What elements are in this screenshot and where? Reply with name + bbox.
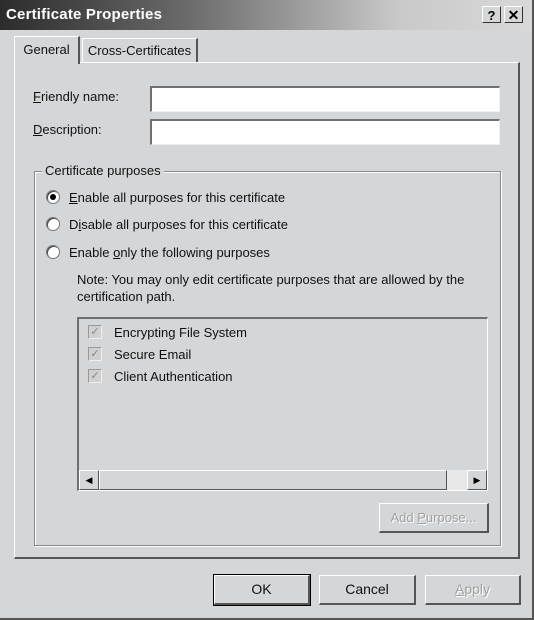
purposes-list[interactable]: ✓ Encrypting File System ✓ Secure Email …	[77, 317, 488, 491]
cancel-button[interactable]: Cancel	[319, 575, 416, 605]
scroll-right-icon: ▶	[473, 475, 481, 485]
close-icon: ✕	[507, 7, 520, 23]
ok-button[interactable]: OK	[213, 574, 311, 606]
checkbox-checked-disabled: ✓	[88, 369, 102, 383]
certificate-purposes-legend: Certificate purposes	[42, 163, 164, 178]
scroll-left-icon: ◀	[85, 475, 93, 485]
tab-cross-certificates[interactable]: Cross-Certificates	[82, 38, 198, 62]
list-item: ✓ Secure Email	[88, 345, 191, 363]
radio-enable-only-following[interactable]: Enable only the following purposes	[46, 243, 270, 261]
purpose-label: Encrypting File System	[114, 324, 247, 340]
tab-general[interactable]: General	[14, 36, 80, 64]
add-purpose-button[interactable]: Add Purpose...	[379, 503, 489, 533]
friendly-name-input[interactable]	[150, 86, 500, 112]
radio-label: Enable only the following purposes	[69, 244, 270, 260]
purpose-label: Client Authentication	[114, 368, 233, 384]
list-item: ✓ Encrypting File System	[88, 323, 247, 341]
friendly-name-label: Friendly name:	[33, 89, 119, 104]
window-title: Certificate Properties	[6, 6, 163, 23]
radio-enable-all[interactable]: Enable all purposes for this certificate	[46, 188, 285, 206]
help-button[interactable]: ?	[482, 6, 501, 23]
radio-button[interactable]	[46, 217, 60, 231]
purpose-label: Secure Email	[114, 346, 192, 362]
radio-button[interactable]	[46, 245, 60, 259]
radio-button-selected[interactable]	[46, 190, 60, 204]
checkbox-checked-disabled: ✓	[88, 325, 102, 339]
description-label: Description:	[33, 122, 102, 137]
scrollbar-thumb[interactable]	[99, 470, 447, 490]
purposes-note: Note: You may only edit certificate purp…	[77, 272, 465, 304]
description-input[interactable]	[150, 119, 500, 145]
scroll-left-button[interactable]: ◀	[79, 470, 99, 490]
checkbox-checked-disabled: ✓	[88, 347, 102, 361]
list-item: ✓ Client Authentication	[88, 367, 233, 385]
radio-label: Enable all purposes for this certificate	[69, 189, 286, 205]
scroll-right-button[interactable]: ▶	[467, 470, 487, 490]
close-button[interactable]: ✕	[504, 6, 523, 23]
radio-disable-all[interactable]: Disable all purposes for this certificat…	[46, 215, 288, 233]
certificate-properties-dialog: Certificate Properties ? ✕ General Cross…	[0, 0, 534, 620]
help-icon: ?	[487, 8, 496, 23]
apply-button[interactable]: Apply	[425, 575, 521, 605]
radio-label: Disable all purposes for this certificat…	[69, 216, 288, 232]
title-bar: Certificate Properties ? ✕	[0, 0, 532, 30]
horizontal-scrollbar[interactable]: ◀ ▶	[79, 470, 487, 490]
